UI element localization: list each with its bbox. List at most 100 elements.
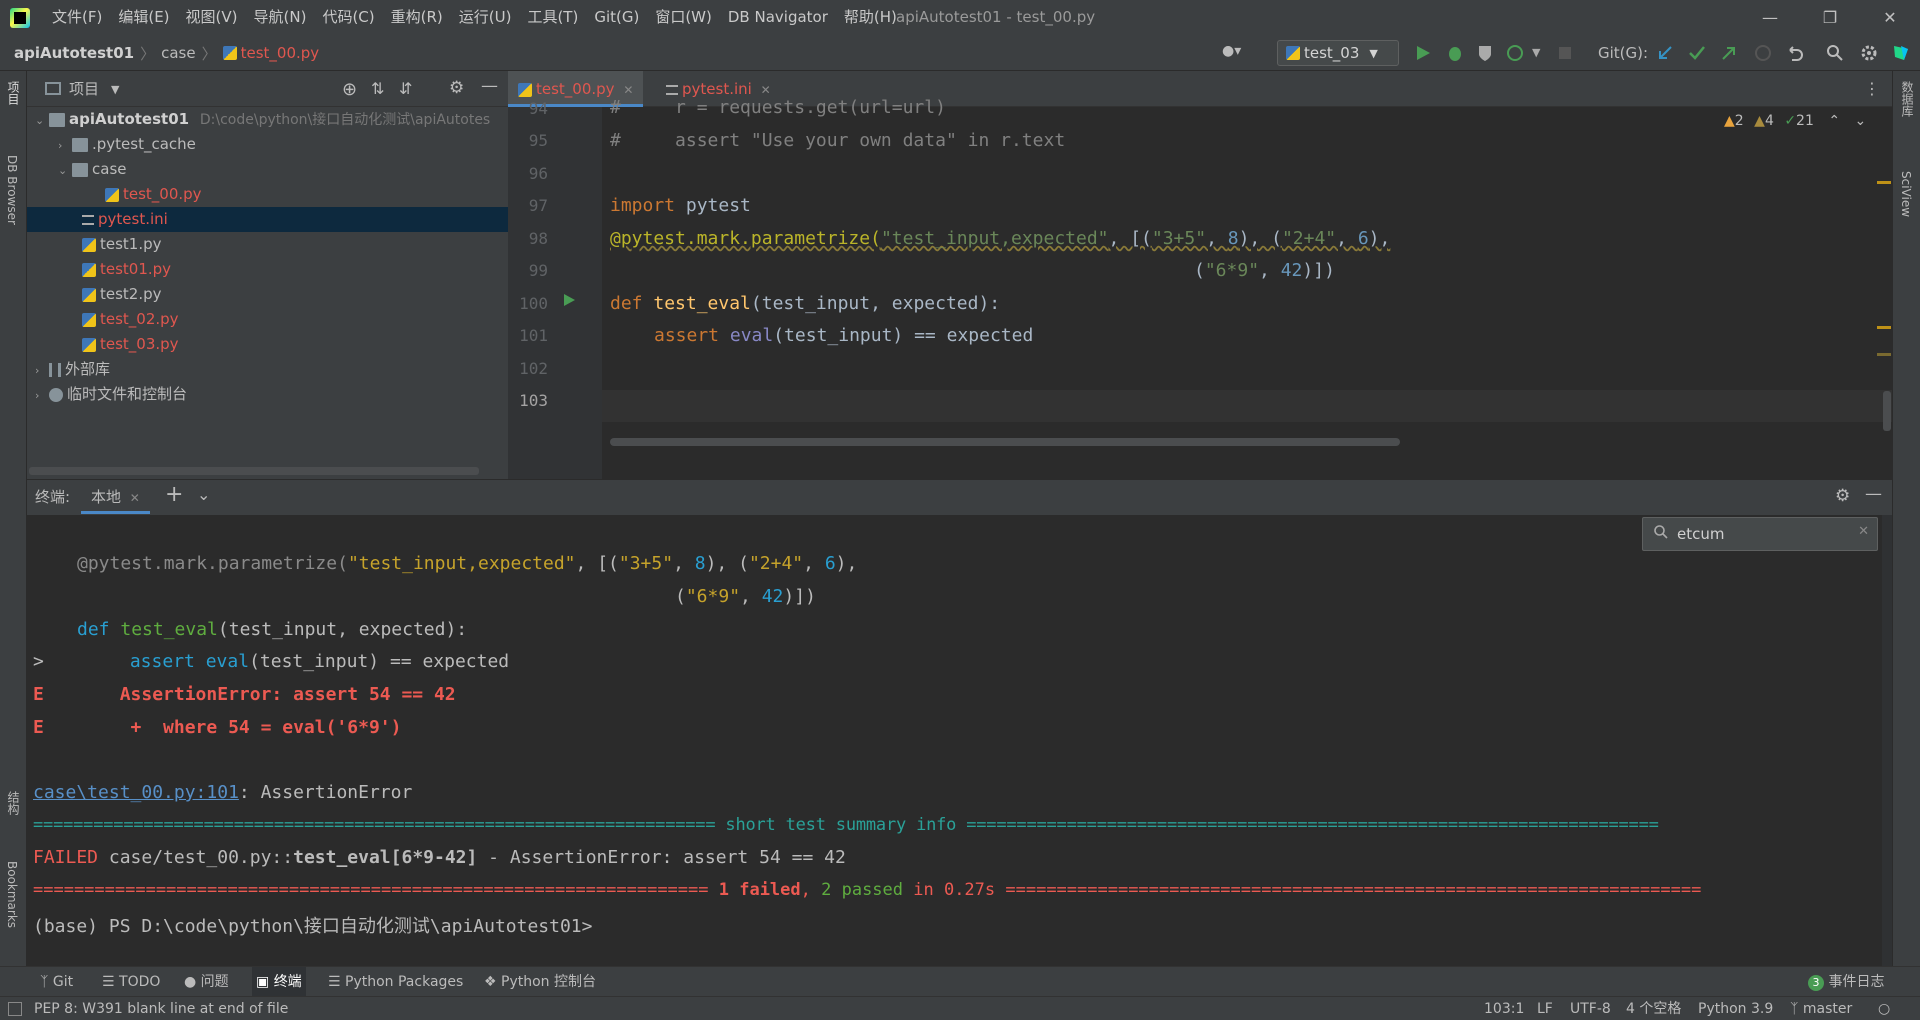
tree-item-test-00[interactable]: test_00.py bbox=[27, 182, 508, 207]
project-tool-tab[interactable]: 项目 bbox=[5, 81, 22, 105]
terminal-output[interactable]: @pytest.mark.parametrize("test_input,exp… bbox=[27, 515, 1892, 966]
breadcrumb-folder[interactable]: case bbox=[161, 44, 195, 62]
db-browser-tool-tab[interactable]: DB Browser bbox=[5, 155, 19, 225]
tree-item-test01[interactable]: test01.py bbox=[27, 257, 508, 282]
editor-vertical-scrollbar[interactable] bbox=[1883, 391, 1891, 431]
menu-refactor[interactable]: 重构(R) bbox=[383, 0, 451, 35]
more-run-options-icon[interactable]: ▼ bbox=[1532, 46, 1550, 64]
tool-tab-python-packages[interactable]: ☰ Python Packages bbox=[328, 967, 463, 997]
terminal-search-box[interactable]: etcum ✕ bbox=[1642, 517, 1878, 551]
minimize-button[interactable]: — bbox=[1740, 0, 1800, 35]
tool-tab-terminal[interactable]: ▣ 终端 bbox=[252, 967, 306, 997]
tool-tab-event-log[interactable]: 3 事件日志 bbox=[1808, 967, 1884, 997]
search-input[interactable]: etcum bbox=[1677, 518, 1724, 550]
code-line-101[interactable]: assert eval(test_input) == expected bbox=[654, 325, 1033, 346]
new-terminal-tab-icon[interactable]: + bbox=[165, 482, 183, 507]
menu-git[interactable]: Git(G) bbox=[586, 0, 647, 35]
menu-code[interactable]: 代码(C) bbox=[314, 0, 382, 35]
code-line-98[interactable]: @pytest.mark.parametrize("test_input,exp… bbox=[610, 228, 1390, 249]
code-line-95[interactable]: # assert "Use your own data" in r.text bbox=[610, 130, 1065, 151]
error-stripe-mark[interactable] bbox=[1877, 181, 1891, 184]
run-config-dropdown[interactable]: test_03 ▼ bbox=[1277, 40, 1399, 66]
horizontal-scrollbar[interactable] bbox=[29, 467, 479, 475]
coverage-icon[interactable] bbox=[1476, 44, 1494, 62]
close-button[interactable]: ✕ bbox=[1860, 0, 1920, 35]
tree-item-scratches[interactable]: › 临时文件和控制台 bbox=[27, 382, 508, 407]
gear-icon[interactable]: ⚙ bbox=[1835, 486, 1850, 506]
menu-run[interactable]: 运行(U) bbox=[451, 0, 520, 35]
tool-tab-problems[interactable]: ● 问题 bbox=[184, 967, 229, 997]
code-line-97[interactable]: import pytest bbox=[610, 195, 751, 216]
settings-gear-icon[interactable] bbox=[1860, 44, 1878, 62]
search-icon[interactable] bbox=[1826, 44, 1844, 62]
database-tool-tab[interactable]: 数据库 bbox=[1899, 81, 1916, 117]
menu-db-navigator[interactable]: DB Navigator bbox=[720, 0, 836, 35]
tool-tab-todo[interactable]: ☰ TODO bbox=[102, 967, 160, 997]
menu-edit[interactable]: 编辑(E) bbox=[110, 0, 177, 35]
code-line-99[interactable]: ("6*9", 42)]) bbox=[1194, 260, 1335, 281]
user-account-icon[interactable]: ●▾ bbox=[1222, 43, 1258, 63]
menu-help[interactable]: 帮助(H) bbox=[836, 0, 905, 35]
terminal-tab-local[interactable]: 本地 ✕ bbox=[81, 480, 150, 514]
menu-tools[interactable]: 工具(T) bbox=[519, 0, 586, 35]
indent-setting[interactable]: 4 个空格 bbox=[1626, 997, 1681, 1020]
file-encoding[interactable]: UTF-8 bbox=[1570, 997, 1611, 1020]
lock-icon[interactable]: ○ bbox=[1878, 997, 1890, 1020]
git-commit-icon[interactable] bbox=[1688, 44, 1706, 62]
breadcrumb-project[interactable]: apiAutotest01 bbox=[14, 44, 134, 62]
menu-window[interactable]: 窗口(W) bbox=[647, 0, 720, 35]
terminal-scrollbar[interactable] bbox=[1882, 515, 1892, 966]
debug-icon[interactable] bbox=[1446, 44, 1464, 62]
git-update-icon[interactable] bbox=[1656, 44, 1674, 62]
tree-item-test-02[interactable]: test_02.py bbox=[27, 307, 508, 332]
project-view-label[interactable]: 项目 bbox=[69, 71, 99, 107]
rollback-icon[interactable] bbox=[1786, 44, 1804, 62]
close-tab-icon[interactable]: ✕ bbox=[761, 83, 771, 97]
next-highlight-icon[interactable]: ⌄ bbox=[1855, 113, 1867, 129]
run-icon[interactable] bbox=[1414, 44, 1432, 62]
structure-tool-tab[interactable]: 结构 bbox=[5, 791, 22, 815]
jetbrains-toolbox-icon[interactable] bbox=[1892, 44, 1910, 62]
terminal-prompt[interactable]: (base) PS D:\code\python\接口自动化测试\apiAuto… bbox=[33, 912, 592, 938]
previous-highlight-icon[interactable]: ⌃ bbox=[1828, 113, 1840, 129]
expand-all-icon[interactable]: ⇅ bbox=[371, 79, 384, 98]
restore-button[interactable]: ❐ bbox=[1800, 0, 1860, 35]
menu-file[interactable]: 文件(F) bbox=[44, 0, 110, 35]
locate-file-icon[interactable]: ⊕ bbox=[342, 79, 357, 100]
gear-icon[interactable]: ⚙ bbox=[449, 78, 464, 98]
close-tab-icon[interactable]: ✕ bbox=[623, 83, 633, 97]
profile-icon[interactable] bbox=[1506, 44, 1524, 62]
menu-view[interactable]: 视图(V) bbox=[178, 0, 246, 35]
sciview-tool-tab[interactable]: SciView bbox=[1899, 171, 1913, 217]
line-separator[interactable]: LF bbox=[1537, 997, 1553, 1020]
editor-horizontal-scrollbar[interactable] bbox=[610, 438, 1400, 446]
chevron-down-icon[interactable]: ▼ bbox=[111, 83, 119, 96]
git-push-icon[interactable] bbox=[1720, 44, 1738, 62]
code-line-94[interactable]: # r = requests.get(url=url) bbox=[610, 97, 946, 118]
toggle-tool-windows-icon[interactable] bbox=[8, 1002, 22, 1016]
bookmarks-tool-tab[interactable]: Bookmarks bbox=[5, 861, 19, 928]
tree-item-test-03[interactable]: test_03.py bbox=[27, 332, 508, 357]
inspection-widget[interactable]: ▲2 ▲4 ✓21 ⌃ ⌄ bbox=[1724, 113, 1866, 129]
tree-item-pytest-ini[interactable]: pytest.ini bbox=[27, 207, 508, 232]
clear-search-icon[interactable]: ✕ bbox=[1858, 524, 1869, 539]
code-line-100[interactable]: def test_eval(test_input, expected): bbox=[610, 293, 1000, 314]
hide-panel-icon[interactable]: — bbox=[1865, 484, 1882, 504]
breadcrumb-file[interactable]: test_00.py bbox=[241, 44, 320, 62]
error-stripe-mark[interactable] bbox=[1877, 353, 1891, 356]
error-stripe-mark[interactable] bbox=[1877, 326, 1891, 329]
tree-item-test1[interactable]: test1.py bbox=[27, 232, 508, 257]
tree-item-test2[interactable]: test2.py bbox=[27, 282, 508, 307]
close-tab-icon[interactable]: ✕ bbox=[130, 491, 140, 505]
tree-item-external-libs[interactable]: › 外部库 bbox=[27, 357, 508, 382]
tree-item-case[interactable]: ⌄ case bbox=[27, 157, 508, 182]
hide-panel-icon[interactable]: — bbox=[481, 76, 498, 96]
run-test-gutter-icon[interactable] bbox=[562, 293, 576, 307]
terminal-file-link[interactable]: case\test_00.py:101 bbox=[33, 782, 239, 803]
collapse-all-icon[interactable]: ⇵ bbox=[399, 79, 412, 98]
caret-position[interactable]: 103:1 bbox=[1484, 997, 1524, 1020]
python-interpreter[interactable]: Python 3.9 bbox=[1698, 997, 1773, 1020]
tree-item-pytest-cache[interactable]: › .pytest_cache bbox=[27, 132, 508, 157]
more-tabs-icon[interactable]: ⋮ bbox=[1864, 79, 1880, 98]
chevron-down-icon[interactable]: ⌄ bbox=[197, 485, 210, 504]
